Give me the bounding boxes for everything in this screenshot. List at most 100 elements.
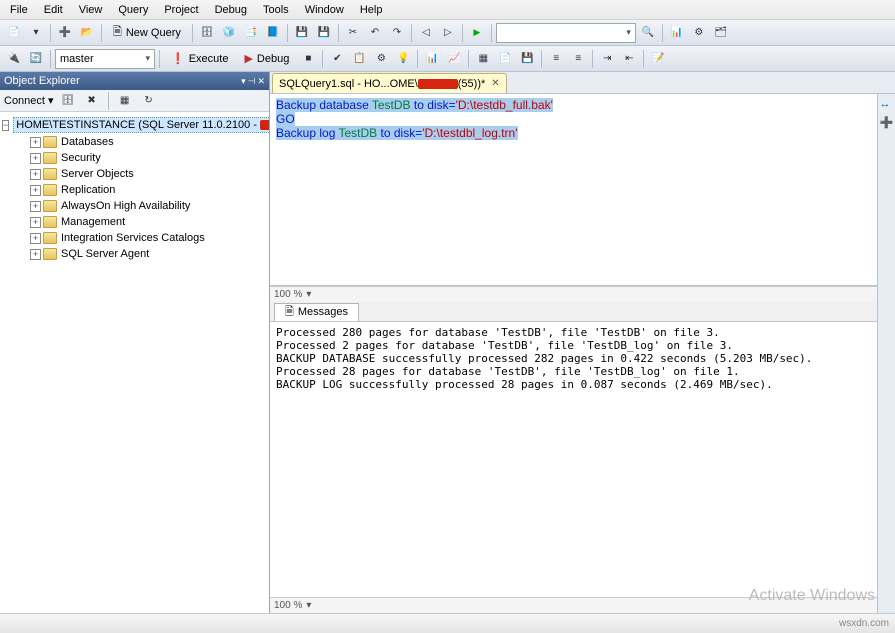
find-icon[interactable]: 🔍 <box>638 23 658 43</box>
menu-project[interactable]: Project <box>158 2 204 18</box>
undo-icon[interactable]: ↶ <box>365 23 385 43</box>
oe-filter-icon[interactable]: ▦ <box>115 91 135 111</box>
execute-button[interactable]: ❗ Execute <box>164 49 235 68</box>
expand-icon[interactable]: + <box>30 137 41 148</box>
nav-icon[interactable]: ➕ <box>880 116 894 130</box>
results-text-icon[interactable]: 📄 <box>495 49 515 69</box>
add-icon[interactable]: ➕ <box>55 23 75 43</box>
save-icon[interactable]: 💾 <box>292 23 312 43</box>
expand-icon[interactable]: + <box>30 185 41 196</box>
panel-pin-icon[interactable]: ⊣ <box>248 76 256 87</box>
panel-dropdown-icon[interactable]: ▾ <box>241 76 246 87</box>
change-conn-icon[interactable]: 🔄 <box>26 49 46 69</box>
client-stats-icon[interactable]: 📈 <box>444 49 464 69</box>
activity-icon[interactable]: 📊 <box>667 23 687 43</box>
report-icon[interactable]: 📑 <box>241 23 261 43</box>
expand-icon[interactable]: + <box>30 153 41 164</box>
uncomment-icon[interactable]: ≡ <box>568 49 588 69</box>
code-content[interactable]: Backup database TestDB to disk='D:\testd… <box>270 94 877 285</box>
parse-icon[interactable]: ✔ <box>327 49 347 69</box>
tab-messages[interactable]: 🗎 Messages <box>274 303 359 321</box>
results-file-icon[interactable]: 💾 <box>517 49 537 69</box>
menu-view[interactable]: View <box>73 2 109 18</box>
messages-icon: 🗎 <box>285 303 294 322</box>
tree-node-server-objects[interactable]: +Server Objects <box>30 166 267 182</box>
indent-icon[interactable]: ⇥ <box>597 49 617 69</box>
split-icon[interactable]: ↔ <box>880 98 894 112</box>
zoom-value[interactable]: 100 % <box>274 289 302 300</box>
oe-disconnect-icon[interactable]: ✖ <box>82 91 102 111</box>
new-query-button[interactable]: 🗎 New Query <box>106 20 188 45</box>
new-project-icon[interactable]: 📄 <box>4 23 24 43</box>
attribution-text: wsxdn.com <box>839 618 889 629</box>
open-icon[interactable]: ▾ <box>26 23 46 43</box>
analysis-icon[interactable]: 🧊 <box>219 23 239 43</box>
props-icon[interactable]: ⚙ <box>689 23 709 43</box>
oe-stop-icon[interactable]: ↻ <box>139 91 159 111</box>
find-combo[interactable] <box>496 23 636 43</box>
stop-icon[interactable]: ■ <box>298 49 318 69</box>
templates-icon[interactable]: 🗂 <box>711 23 731 43</box>
xmla-icon[interactable]: 📘 <box>263 23 283 43</box>
start-icon[interactable]: ▶ <box>467 23 487 43</box>
outdent-icon[interactable]: ⇤ <box>619 49 639 69</box>
menu-debug[interactable]: Debug <box>209 2 253 18</box>
menu-file[interactable]: File <box>4 2 34 18</box>
expand-icon[interactable]: + <box>30 217 41 228</box>
results-grid-icon[interactable]: ▦ <box>473 49 493 69</box>
nav-fwd-icon[interactable]: ▷ <box>438 23 458 43</box>
tree-root-server[interactable]: − HOME\TESTINSTANCE (SQL Server 11.0.210… <box>2 116 267 134</box>
actual-plan-icon[interactable]: 📊 <box>422 49 442 69</box>
connect-dropdown[interactable]: Connect ▾ <box>4 94 54 107</box>
tree-node-agent[interactable]: +SQL Server Agent <box>30 246 267 262</box>
database-combo[interactable]: master <box>55 49 155 69</box>
folder-icon <box>43 248 57 260</box>
zoom-value[interactable]: 100 % <box>274 600 302 611</box>
editor-zoom-bar: 100 %▾ <box>270 286 877 302</box>
folder-icon <box>43 200 57 212</box>
specify-values-icon[interactable]: 📝 <box>648 49 668 69</box>
menu-window[interactable]: Window <box>299 2 350 18</box>
redo-icon[interactable]: ↷ <box>387 23 407 43</box>
expand-icon[interactable]: + <box>30 249 41 260</box>
expand-icon[interactable]: + <box>30 169 41 180</box>
folder-icon <box>43 216 57 228</box>
connect-icon[interactable]: 🔌 <box>4 49 24 69</box>
estimated-plan-icon[interactable]: 📋 <box>349 49 369 69</box>
save-all-icon[interactable]: 💾 <box>314 23 334 43</box>
object-explorer-tree[interactable]: − HOME\TESTINSTANCE (SQL Server 11.0.210… <box>0 112 269 613</box>
open-file-icon[interactable]: 📂 <box>77 23 97 43</box>
folder-icon <box>43 168 57 180</box>
comment-icon[interactable]: ≡ <box>546 49 566 69</box>
tab-close-icon[interactable]: ✕ <box>491 78 499 89</box>
tree-node-replication[interactable]: +Replication <box>30 182 267 198</box>
expand-icon[interactable]: + <box>30 233 41 244</box>
menu-edit[interactable]: Edit <box>38 2 69 18</box>
menu-query[interactable]: Query <box>112 2 154 18</box>
tab-sqlquery1[interactable]: SQLQuery1.sql - HO...OME\(55))* ✕ <box>272 73 507 93</box>
oe-refresh-icon[interactable]: 🗄 <box>58 91 78 111</box>
expand-icon[interactable]: − <box>2 120 9 131</box>
nav-back-icon[interactable]: ◁ <box>416 23 436 43</box>
tree-node-alwayson[interactable]: +AlwaysOn High Availability <box>30 198 267 214</box>
menu-bar: File Edit View Query Project Debug Tools… <box>0 0 895 20</box>
panel-close-icon[interactable]: ✕ <box>257 76 265 87</box>
intellisense-icon[interactable]: 💡 <box>393 49 413 69</box>
new-query-label: New Query <box>126 27 181 39</box>
tree-node-integration[interactable]: +Integration Services Catalogs <box>30 230 267 246</box>
cut-icon[interactable]: ✂ <box>343 23 363 43</box>
editor-right-rail: ↔ ➕ <box>877 94 895 613</box>
tree-node-security[interactable]: +Security <box>30 150 267 166</box>
menu-help[interactable]: Help <box>354 2 389 18</box>
menu-tools[interactable]: Tools <box>257 2 295 18</box>
debug-button[interactable]: ▶ Debug <box>237 49 296 68</box>
query-options-icon[interactable]: ⚙ <box>371 49 391 69</box>
object-explorer-toolbar: Connect ▾ 🗄 ✖ ▦ ↻ <box>0 90 269 112</box>
expand-icon[interactable]: + <box>30 201 41 212</box>
db-engine-icon[interactable]: 🗄 <box>197 23 217 43</box>
code-editor[interactable]: Backup database TestDB to disk='D:\testd… <box>270 94 877 286</box>
messages-pane[interactable]: Processed 280 pages for database 'TestDB… <box>270 322 877 597</box>
tree-node-databases[interactable]: +Databases <box>30 134 267 150</box>
editor-area: SQLQuery1.sql - HO...OME\(55))* ✕ Backup… <box>270 72 895 613</box>
tree-node-management[interactable]: +Management <box>30 214 267 230</box>
